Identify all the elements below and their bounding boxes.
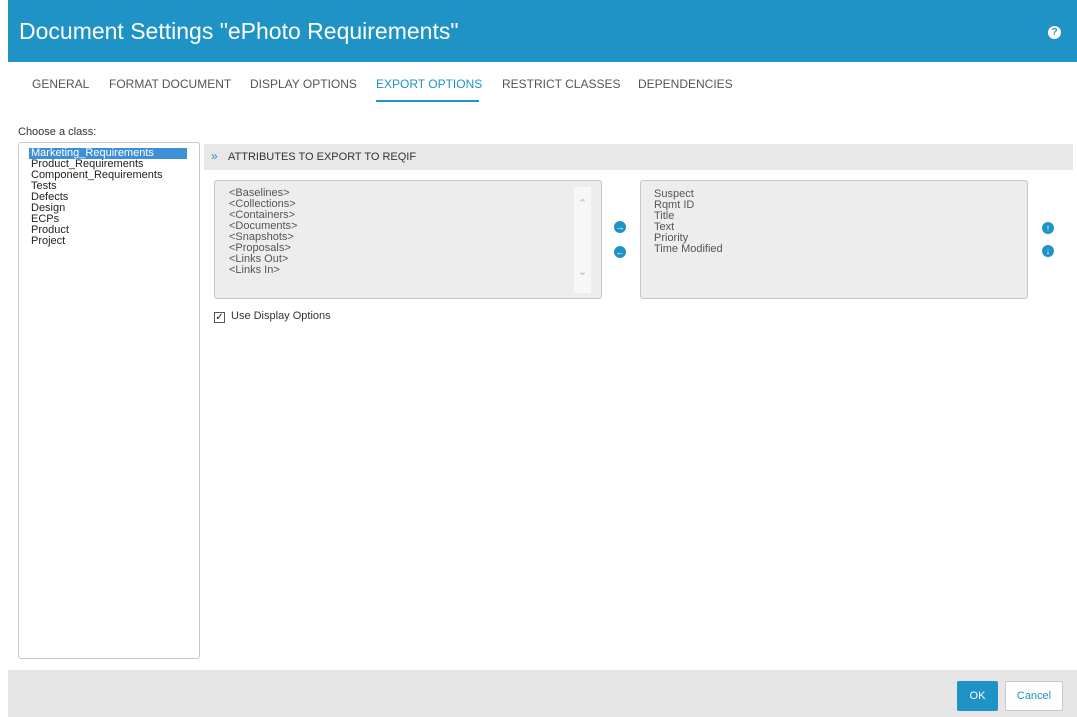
tab-display-options[interactable]: DISPLAY OPTIONS xyxy=(250,77,357,91)
tab-dependencies[interactable]: DEPENDENCIES xyxy=(638,77,733,91)
settings-tabs: GENERAL FORMAT DOCUMENT DISPLAY OPTIONS … xyxy=(8,62,1077,107)
attributes-section-title: ATTRIBUTES TO EXPORT TO REQIF xyxy=(228,151,417,163)
available-attributes-scrollbar[interactable]: ⌃ ⌄ xyxy=(574,187,591,293)
use-display-options-label: Use Display Options xyxy=(231,310,331,322)
arrow-up-circle-icon[interactable]: ↑ xyxy=(1042,222,1054,234)
use-display-options-checkbox[interactable]: ✓ xyxy=(214,312,225,323)
use-display-options-row[interactable]: ✓ Use Display Options xyxy=(214,310,331,323)
available-attributes-list[interactable]: <Baselines> <Collections> <Containers> <… xyxy=(214,180,602,299)
arrow-left-circle-icon[interactable]: ← xyxy=(614,246,626,258)
tab-export-options[interactable]: EXPORT OPTIONS xyxy=(376,77,482,91)
active-tab-indicator xyxy=(376,100,479,102)
attributes-section-header[interactable]: » ATTRIBUTES TO EXPORT TO REQIF xyxy=(204,144,1073,170)
arrow-right-circle-icon[interactable]: → xyxy=(614,221,626,233)
tab-restrict-classes[interactable]: RESTRICT CLASSES xyxy=(502,77,620,91)
selected-attribute-item[interactable]: Time Modified xyxy=(654,244,723,255)
class-item-project[interactable]: Project xyxy=(19,236,199,247)
scroll-up-icon[interactable]: ⌃ xyxy=(574,197,591,210)
selected-attributes-list[interactable]: Suspect Rqmt ID Title Text Priority Time… xyxy=(640,180,1028,299)
double-chevron-down-icon[interactable]: » xyxy=(211,150,218,162)
dialog-footer xyxy=(8,670,1077,717)
dialog-title-bar: Document Settings "ePhoto Requirements" … xyxy=(8,0,1077,62)
ok-button[interactable]: OK xyxy=(957,681,998,711)
available-attribute-item[interactable]: <Links In> xyxy=(229,265,297,276)
arrow-down-circle-icon[interactable]: ↓ xyxy=(1042,245,1054,257)
tab-format-document[interactable]: FORMAT DOCUMENT xyxy=(109,77,231,91)
dialog-title: Document Settings "ePhoto Requirements" xyxy=(19,18,459,44)
help-icon[interactable]: ? xyxy=(1048,26,1061,39)
cancel-button[interactable]: Cancel xyxy=(1005,681,1063,711)
scroll-down-icon[interactable]: ⌄ xyxy=(574,265,591,278)
choose-class-label: Choose a class: xyxy=(18,126,97,138)
tab-general[interactable]: GENERAL xyxy=(32,77,89,91)
class-list[interactable]: Marketing_Requirements Product_Requireme… xyxy=(18,142,200,659)
